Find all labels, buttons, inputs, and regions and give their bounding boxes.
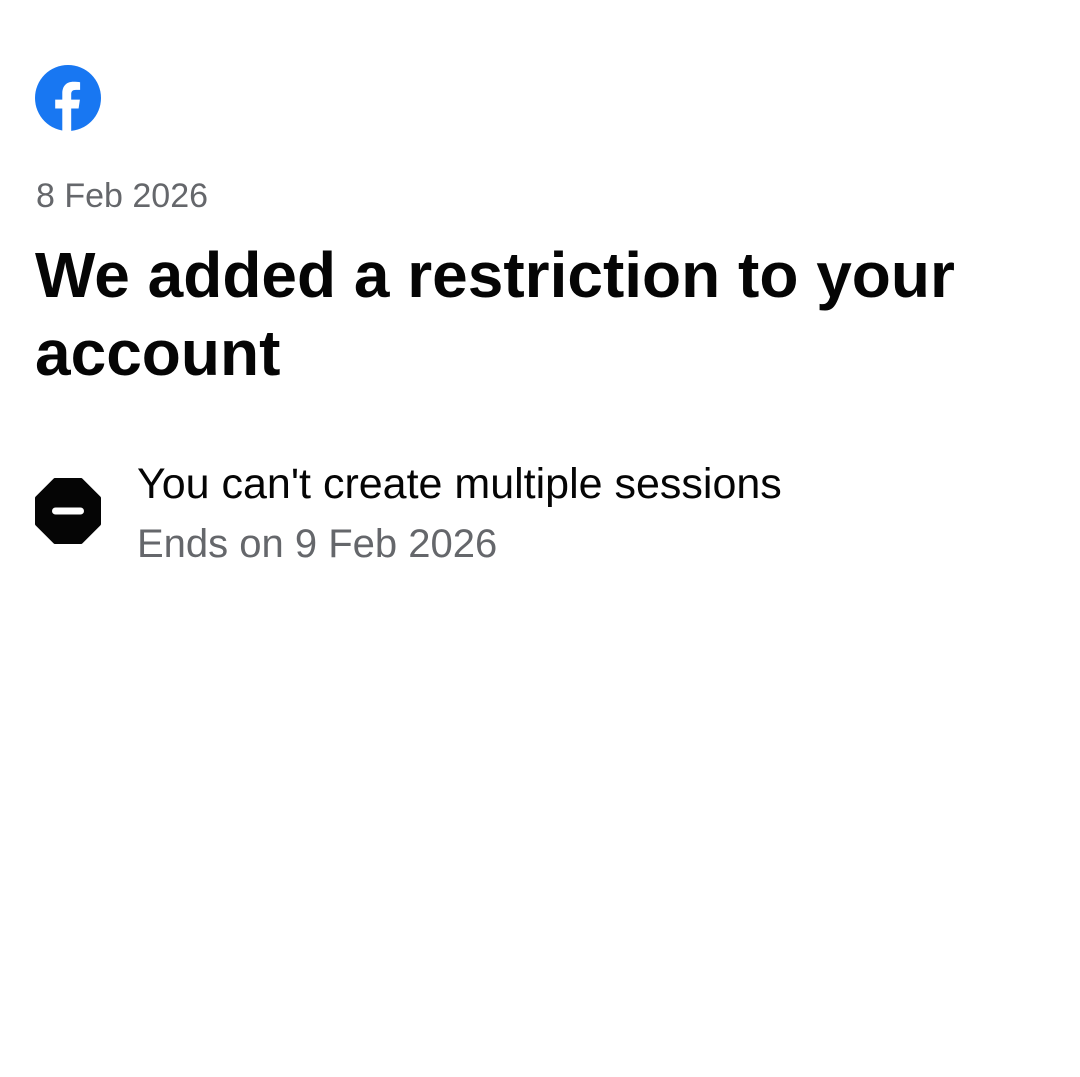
restriction-text: You can't create multiple sessions Ends … <box>137 456 782 570</box>
restriction-end-date: Ends on 9 Feb 2026 <box>137 522 498 566</box>
facebook-logo-icon <box>35 65 101 131</box>
notice-date: 8 Feb 2026 <box>36 177 209 215</box>
page-title: We added a restriction to your account <box>35 239 955 389</box>
restriction-item: You can't create multiple sessions Ends … <box>35 456 1045 566</box>
stop-sign-minus-icon <box>35 478 101 544</box>
restriction-label: You can't create multiple sessions <box>137 460 782 508</box>
